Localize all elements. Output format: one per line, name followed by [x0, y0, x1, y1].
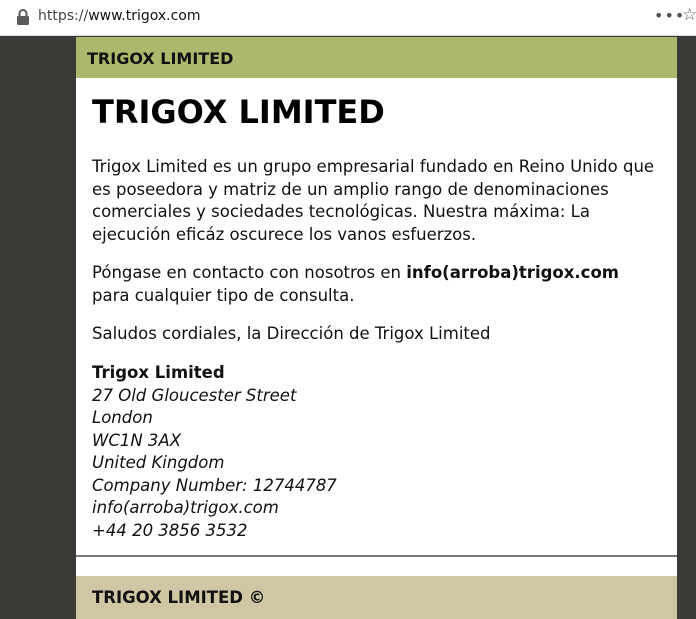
contact-paragraph: Póngase en contacto con nosotros en info…: [92, 262, 672, 307]
url-host: www.trigox.com: [88, 8, 201, 24]
page-container: TRIGOX LIMITED TRIGOX LIMITED Trigox Lim…: [76, 37, 677, 619]
top-banner-title: TRIGOX LIMITED: [87, 49, 234, 68]
url-scheme: https://: [38, 8, 89, 24]
contact-suffix: para cualquier tipo de consulta.: [92, 285, 355, 305]
browser-address-bar: https://www.trigox.com ••• ☆: [0, 0, 696, 36]
greeting-paragraph: Saludos cordiales, la Dirección de Trigo…: [92, 324, 491, 343]
top-banner: TRIGOX LIMITED: [76, 37, 677, 78]
address-email: info(arroba)trigox.com: [92, 498, 279, 517]
address-phone: +44 20 3856 3532: [92, 520, 248, 540]
footer-divider: [76, 555, 677, 557]
contact-prefix: Póngase en contacto con nosotros en: [92, 263, 401, 282]
footer-banner: TRIGOX LIMITED ©: [76, 576, 677, 619]
contact-email: info(arroba)trigox.com: [406, 263, 619, 282]
address-company: Trigox Limited: [92, 363, 225, 382]
address-company-number: Company Number: 12744787: [92, 475, 337, 495]
address-city: London: [92, 408, 153, 427]
url-field[interactable]: https://www.trigox.com: [38, 8, 201, 24]
intro-paragraph: Trigox Limited es un grupo empresarial f…: [92, 157, 655, 244]
bookmark-star-icon[interactable]: ☆: [682, 5, 696, 25]
footer-text: TRIGOX LIMITED ©: [92, 588, 266, 607]
lock-icon: [17, 9, 29, 25]
more-actions-icon[interactable]: •••: [654, 6, 685, 25]
address-country: United Kingdom: [92, 453, 225, 472]
page-title: TRIGOX LIMITED: [92, 93, 385, 131]
address-postcode: WC1N 3AX: [92, 430, 182, 450]
address-block: Trigox Limited 27 Old Gloucester Street …: [92, 362, 337, 542]
address-street: 27 Old Gloucester Street: [92, 385, 297, 405]
